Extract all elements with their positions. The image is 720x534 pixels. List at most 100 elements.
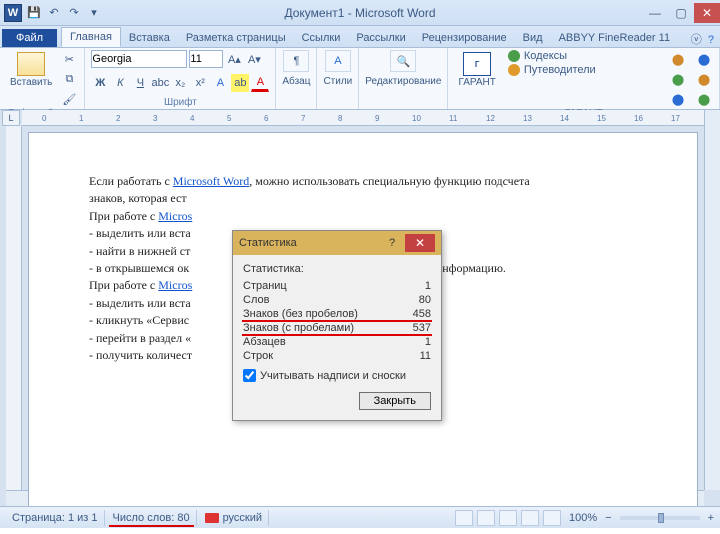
dialog-body: Статистика: Страниц1Слов80Знаков (без пр… [233, 255, 441, 420]
qat-more-icon[interactable]: ▾ [86, 5, 102, 21]
status-page[interactable]: Страница: 1 из 1 [6, 510, 105, 526]
vertical-scrollbar[interactable] [704, 110, 720, 490]
doc-line: При работе с Micros [89, 208, 637, 225]
link-micros-1[interactable]: Micros [158, 209, 192, 223]
view-outline[interactable] [521, 510, 539, 526]
paste-button[interactable]: Вставить [6, 50, 56, 90]
status-word-count[interactable]: Число слов: 80 [107, 510, 197, 526]
ribbon-help: ⓥ ? [685, 31, 720, 47]
ribbon: Вставить ✂ ⧉ 🖌 Буфер обмена A▴ A▾ Ж К Ч … [0, 48, 720, 110]
include-textboxes-checkbox[interactable]: Учитывать надписи и сноски [243, 369, 431, 382]
view-print-layout[interactable] [455, 510, 473, 526]
tab-home[interactable]: Главная [61, 27, 121, 47]
bold-button[interactable]: Ж [91, 74, 109, 92]
proofing-icon [205, 513, 219, 523]
undo-icon[interactable]: ↶ [46, 5, 62, 21]
view-web-layout[interactable] [499, 510, 517, 526]
tab-references[interactable]: Ссылки [294, 29, 349, 47]
zoom-slider[interactable] [620, 516, 700, 520]
garant-tool-5-icon[interactable]: ⬤ [695, 70, 713, 88]
include-textboxes-input[interactable] [243, 369, 256, 382]
styles-icon[interactable]: A [325, 50, 351, 72]
find-icon[interactable]: 🔍 [390, 50, 416, 72]
word-app-icon: W [4, 4, 22, 22]
dialog-titlebar[interactable]: Статистика ? ✕ [233, 231, 441, 255]
putevoditeli-button[interactable]: Путеводители [508, 64, 596, 76]
status-language[interactable]: русский [199, 510, 269, 526]
tab-view[interactable]: Вид [515, 29, 551, 47]
zoom-out-button[interactable]: − [605, 512, 611, 524]
superscript-button[interactable]: x² [191, 74, 209, 92]
group-font-label: Шрифт [91, 97, 269, 109]
garant-label: ГАРАНТ [458, 77, 495, 88]
stat-row: Страниц1 [243, 279, 431, 293]
group-styles-label [323, 97, 352, 109]
garant-tool-4-icon[interactable]: ⬤ [695, 50, 713, 68]
dialog-close-button[interactable]: ✕ [405, 234, 435, 252]
zoom-in-button[interactable]: + [708, 512, 714, 524]
doc-line: знаков, которая ест [89, 190, 637, 207]
garant-tool-2-icon[interactable]: ⬤ [669, 70, 687, 88]
highlight-icon[interactable]: ab [231, 74, 249, 92]
kodeksy-button[interactable]: Кодексы [508, 50, 596, 62]
tab-insert[interactable]: Вставка [121, 29, 178, 47]
window-title: Документ1 - Microsoft Word [284, 6, 435, 20]
link-micros-2[interactable]: Micros [158, 278, 192, 292]
format-painter-icon[interactable]: 🖌 [60, 90, 78, 108]
stat-row: Абзацев1 [243, 335, 431, 349]
save-icon[interactable]: 💾 [26, 5, 42, 21]
close-button[interactable]: ✕ [694, 3, 720, 23]
help-icon[interactable]: ? [708, 34, 714, 46]
stats-header: Статистика: [243, 263, 431, 275]
status-bar: Страница: 1 из 1 Число слов: 80 русский … [0, 506, 720, 528]
grow-font-icon[interactable]: A▴ [225, 50, 243, 68]
vertical-ruler[interactable] [6, 126, 22, 506]
group-editing: 🔍 Редактирование [359, 48, 448, 109]
text-effects-icon[interactable]: A [211, 74, 229, 92]
group-clipboard: Вставить ✂ ⧉ 🖌 Буфер обмена [0, 48, 85, 109]
view-draft[interactable] [543, 510, 561, 526]
group-font: A▴ A▾ Ж К Ч abc x₂ x² A ab A Шрифт [85, 48, 276, 109]
maximize-button[interactable]: ▢ [668, 3, 694, 23]
minimize-button[interactable]: — [642, 3, 668, 23]
redo-icon[interactable]: ↷ [66, 5, 82, 21]
shrink-font-icon[interactable]: A▾ [245, 50, 263, 68]
link-msword[interactable]: Microsoft Word [173, 174, 249, 188]
cut-icon[interactable]: ✂ [60, 50, 78, 68]
horizontal-ruler[interactable]: 01234567891011121314151617 [22, 110, 704, 126]
tab-abbyy[interactable]: ABBYY FineReader 11 [551, 29, 679, 47]
italic-button[interactable]: К [111, 74, 129, 92]
font-color-icon[interactable]: A [251, 74, 269, 92]
putev-icon [508, 64, 520, 76]
garant-button[interactable]: Г ГАРАНТ [454, 50, 499, 90]
ruler-corner[interactable]: L [2, 110, 20, 126]
dialog-help-button[interactable]: ? [381, 234, 403, 252]
garant-tool-6-icon[interactable]: ⬤ [695, 90, 713, 108]
dialog-close-btn[interactable]: Закрыть [359, 392, 431, 410]
paste-icon [17, 52, 45, 76]
underline-button[interactable]: Ч [131, 74, 149, 92]
dialog-title: Статистика [239, 237, 381, 249]
tab-layout[interactable]: Разметка страницы [178, 29, 294, 47]
title-bar: W 💾 ↶ ↷ ▾ Документ1 - Microsoft Word — ▢… [0, 0, 720, 26]
tab-file[interactable]: Файл [2, 29, 57, 47]
zoom-level[interactable]: 100% [569, 512, 597, 524]
font-size-select[interactable] [189, 50, 223, 68]
subscript-button[interactable]: x₂ [171, 74, 189, 92]
minimize-ribbon-icon[interactable]: ⓥ [691, 34, 702, 46]
doc-line: Если работать с Microsoft Word, можно ис… [89, 173, 637, 190]
garant-tool-1-icon[interactable]: ⬤ [669, 50, 687, 68]
tab-mailings[interactable]: Рассылки [348, 29, 413, 47]
strike-button[interactable]: abc [151, 74, 169, 92]
stat-row: Строк11 [243, 349, 431, 363]
view-full-screen[interactable] [477, 510, 495, 526]
group-editing-label [365, 97, 441, 109]
copy-icon[interactable]: ⧉ [60, 70, 78, 88]
stat-row: Знаков (с пробелами)537 [243, 321, 431, 335]
garant-icon: Г [463, 52, 491, 76]
font-family-select[interactable] [91, 50, 187, 68]
kodeksy-icon [508, 50, 520, 62]
para-icon[interactable]: ¶ [283, 50, 309, 72]
tab-review[interactable]: Рецензирование [414, 29, 515, 47]
garant-tool-3-icon[interactable]: ⬤ [669, 90, 687, 108]
